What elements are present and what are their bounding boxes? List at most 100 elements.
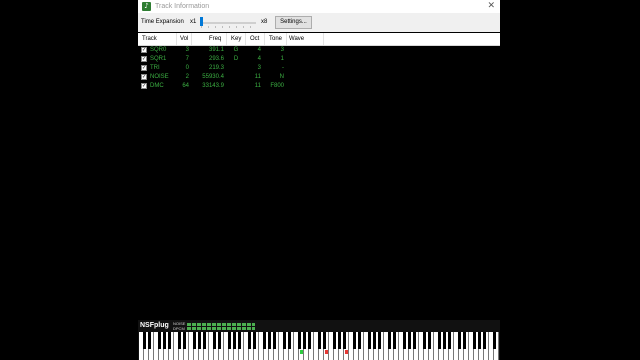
track-tone: F800 xyxy=(270,83,284,89)
active-note-marker xyxy=(300,350,303,354)
black-key[interactable] xyxy=(402,332,406,349)
column-header-track[interactable]: Track xyxy=(142,35,157,43)
track-enabled-checkbox[interactable]: ✓ xyxy=(141,83,147,89)
black-key[interactable] xyxy=(232,332,236,349)
column-header-oct[interactable]: Oct xyxy=(250,35,259,43)
track-enabled-checkbox[interactable]: ✓ xyxy=(141,56,147,62)
track-volume: 0 xyxy=(185,65,189,71)
black-key[interactable] xyxy=(387,332,391,349)
black-key[interactable] xyxy=(272,332,276,349)
black-key[interactable] xyxy=(352,332,356,349)
track-octave: 3 xyxy=(257,65,261,71)
black-key[interactable] xyxy=(317,332,321,349)
black-key[interactable] xyxy=(237,332,241,349)
track-name: SQR1 xyxy=(150,56,167,62)
black-key[interactable] xyxy=(247,332,251,349)
black-key[interactable] xyxy=(192,332,196,349)
black-key[interactable] xyxy=(167,332,171,349)
track-row[interactable]: ✓ NOISE 2 55930.4 11 N xyxy=(138,73,500,81)
column-header-tone[interactable]: Tone xyxy=(269,35,282,43)
settings-button[interactable]: Settings... xyxy=(275,16,312,29)
black-key[interactable] xyxy=(262,332,266,349)
track-tone: N xyxy=(279,74,284,80)
piano-keyboard[interactable] xyxy=(139,332,499,360)
black-key[interactable] xyxy=(252,332,256,349)
column-header-freq[interactable]: Freq xyxy=(209,35,221,43)
column-separator[interactable] xyxy=(191,33,192,45)
column-separator[interactable] xyxy=(226,33,227,45)
track-row[interactable]: ✓ DMC 64 33143.9 11 F800 xyxy=(138,82,500,90)
black-key[interactable] xyxy=(147,332,151,349)
dpcm-level-meter xyxy=(187,327,255,330)
black-key[interactable] xyxy=(282,332,286,349)
column-separator[interactable] xyxy=(286,33,287,45)
black-key[interactable] xyxy=(182,332,186,349)
black-key[interactable] xyxy=(462,332,466,349)
black-key[interactable] xyxy=(227,332,231,349)
column-separator[interactable] xyxy=(264,33,265,45)
black-key[interactable] xyxy=(212,332,216,349)
slider-ticks xyxy=(201,26,256,28)
black-key[interactable] xyxy=(287,332,291,349)
track-row[interactable]: ✓ SQR1 7 293.6 D 4 1 xyxy=(138,55,500,63)
black-key[interactable] xyxy=(377,332,381,349)
black-key[interactable] xyxy=(162,332,166,349)
black-key[interactable] xyxy=(322,332,326,349)
black-key[interactable] xyxy=(457,332,461,349)
black-key[interactable] xyxy=(177,332,181,349)
black-key[interactable] xyxy=(357,332,361,349)
black-key[interactable] xyxy=(407,332,411,349)
black-key[interactable] xyxy=(482,332,486,349)
track-row[interactable]: ✓ TRI 0 219.3 3 - xyxy=(138,64,500,72)
track-enabled-checkbox[interactable]: ✓ xyxy=(141,65,147,71)
black-key[interactable] xyxy=(332,332,336,349)
track-tone: 3 xyxy=(280,47,284,53)
black-key[interactable] xyxy=(477,332,481,349)
track-octave: 4 xyxy=(257,56,261,62)
black-key[interactable] xyxy=(197,332,201,349)
column-separator[interactable] xyxy=(245,33,246,45)
track-volume: 3 xyxy=(185,47,189,53)
track-enabled-checkbox[interactable]: ✓ xyxy=(141,74,147,80)
black-key[interactable] xyxy=(427,332,431,349)
black-key[interactable] xyxy=(307,332,311,349)
track-frequency: 33143.9 xyxy=(202,83,224,89)
black-key[interactable] xyxy=(422,332,426,349)
column-separator[interactable] xyxy=(323,33,324,45)
black-key[interactable] xyxy=(372,332,376,349)
black-key[interactable] xyxy=(392,332,396,349)
track-frequency: 55930.4 xyxy=(202,74,224,80)
column-header-key[interactable]: Key xyxy=(231,35,241,43)
black-key[interactable] xyxy=(267,332,271,349)
track-name: NOISE xyxy=(150,74,169,80)
black-key[interactable] xyxy=(142,332,146,349)
black-key[interactable] xyxy=(437,332,441,349)
black-key[interactable] xyxy=(472,332,476,349)
time-expansion-slider-track[interactable] xyxy=(201,22,256,24)
close-icon[interactable]: ✕ xyxy=(487,0,495,13)
black-key[interactable] xyxy=(217,332,221,349)
black-key[interactable] xyxy=(447,332,451,349)
column-header-vol[interactable]: Vol xyxy=(180,35,188,43)
track-tone: 1 xyxy=(280,56,284,62)
time-expansion-slider-thumb[interactable] xyxy=(200,17,203,26)
black-key[interactable] xyxy=(337,332,341,349)
black-key[interactable] xyxy=(157,332,161,349)
black-key[interactable] xyxy=(442,332,446,349)
track-enabled-checkbox[interactable]: ✓ xyxy=(141,47,147,53)
active-note-marker xyxy=(325,350,328,354)
black-key[interactable] xyxy=(342,332,346,349)
black-key[interactable] xyxy=(412,332,416,349)
nsfplug-brand: NSFplug xyxy=(140,322,169,329)
black-key[interactable] xyxy=(297,332,301,349)
track-frequency: 391.1 xyxy=(208,47,224,53)
black-key[interactable] xyxy=(492,332,496,349)
black-key[interactable] xyxy=(367,332,371,349)
column-separator[interactable] xyxy=(176,33,177,45)
black-key[interactable] xyxy=(302,332,306,349)
column-header-wave[interactable]: Wave xyxy=(289,35,304,43)
track-information-window: ♪ Track Information ✕ Time Expansion x1 … xyxy=(138,0,500,360)
track-volume: 7 xyxy=(185,56,189,62)
black-key[interactable] xyxy=(202,332,206,349)
track-row[interactable]: ✓ SQR0 3 391.1 G 4 3 xyxy=(138,46,500,54)
